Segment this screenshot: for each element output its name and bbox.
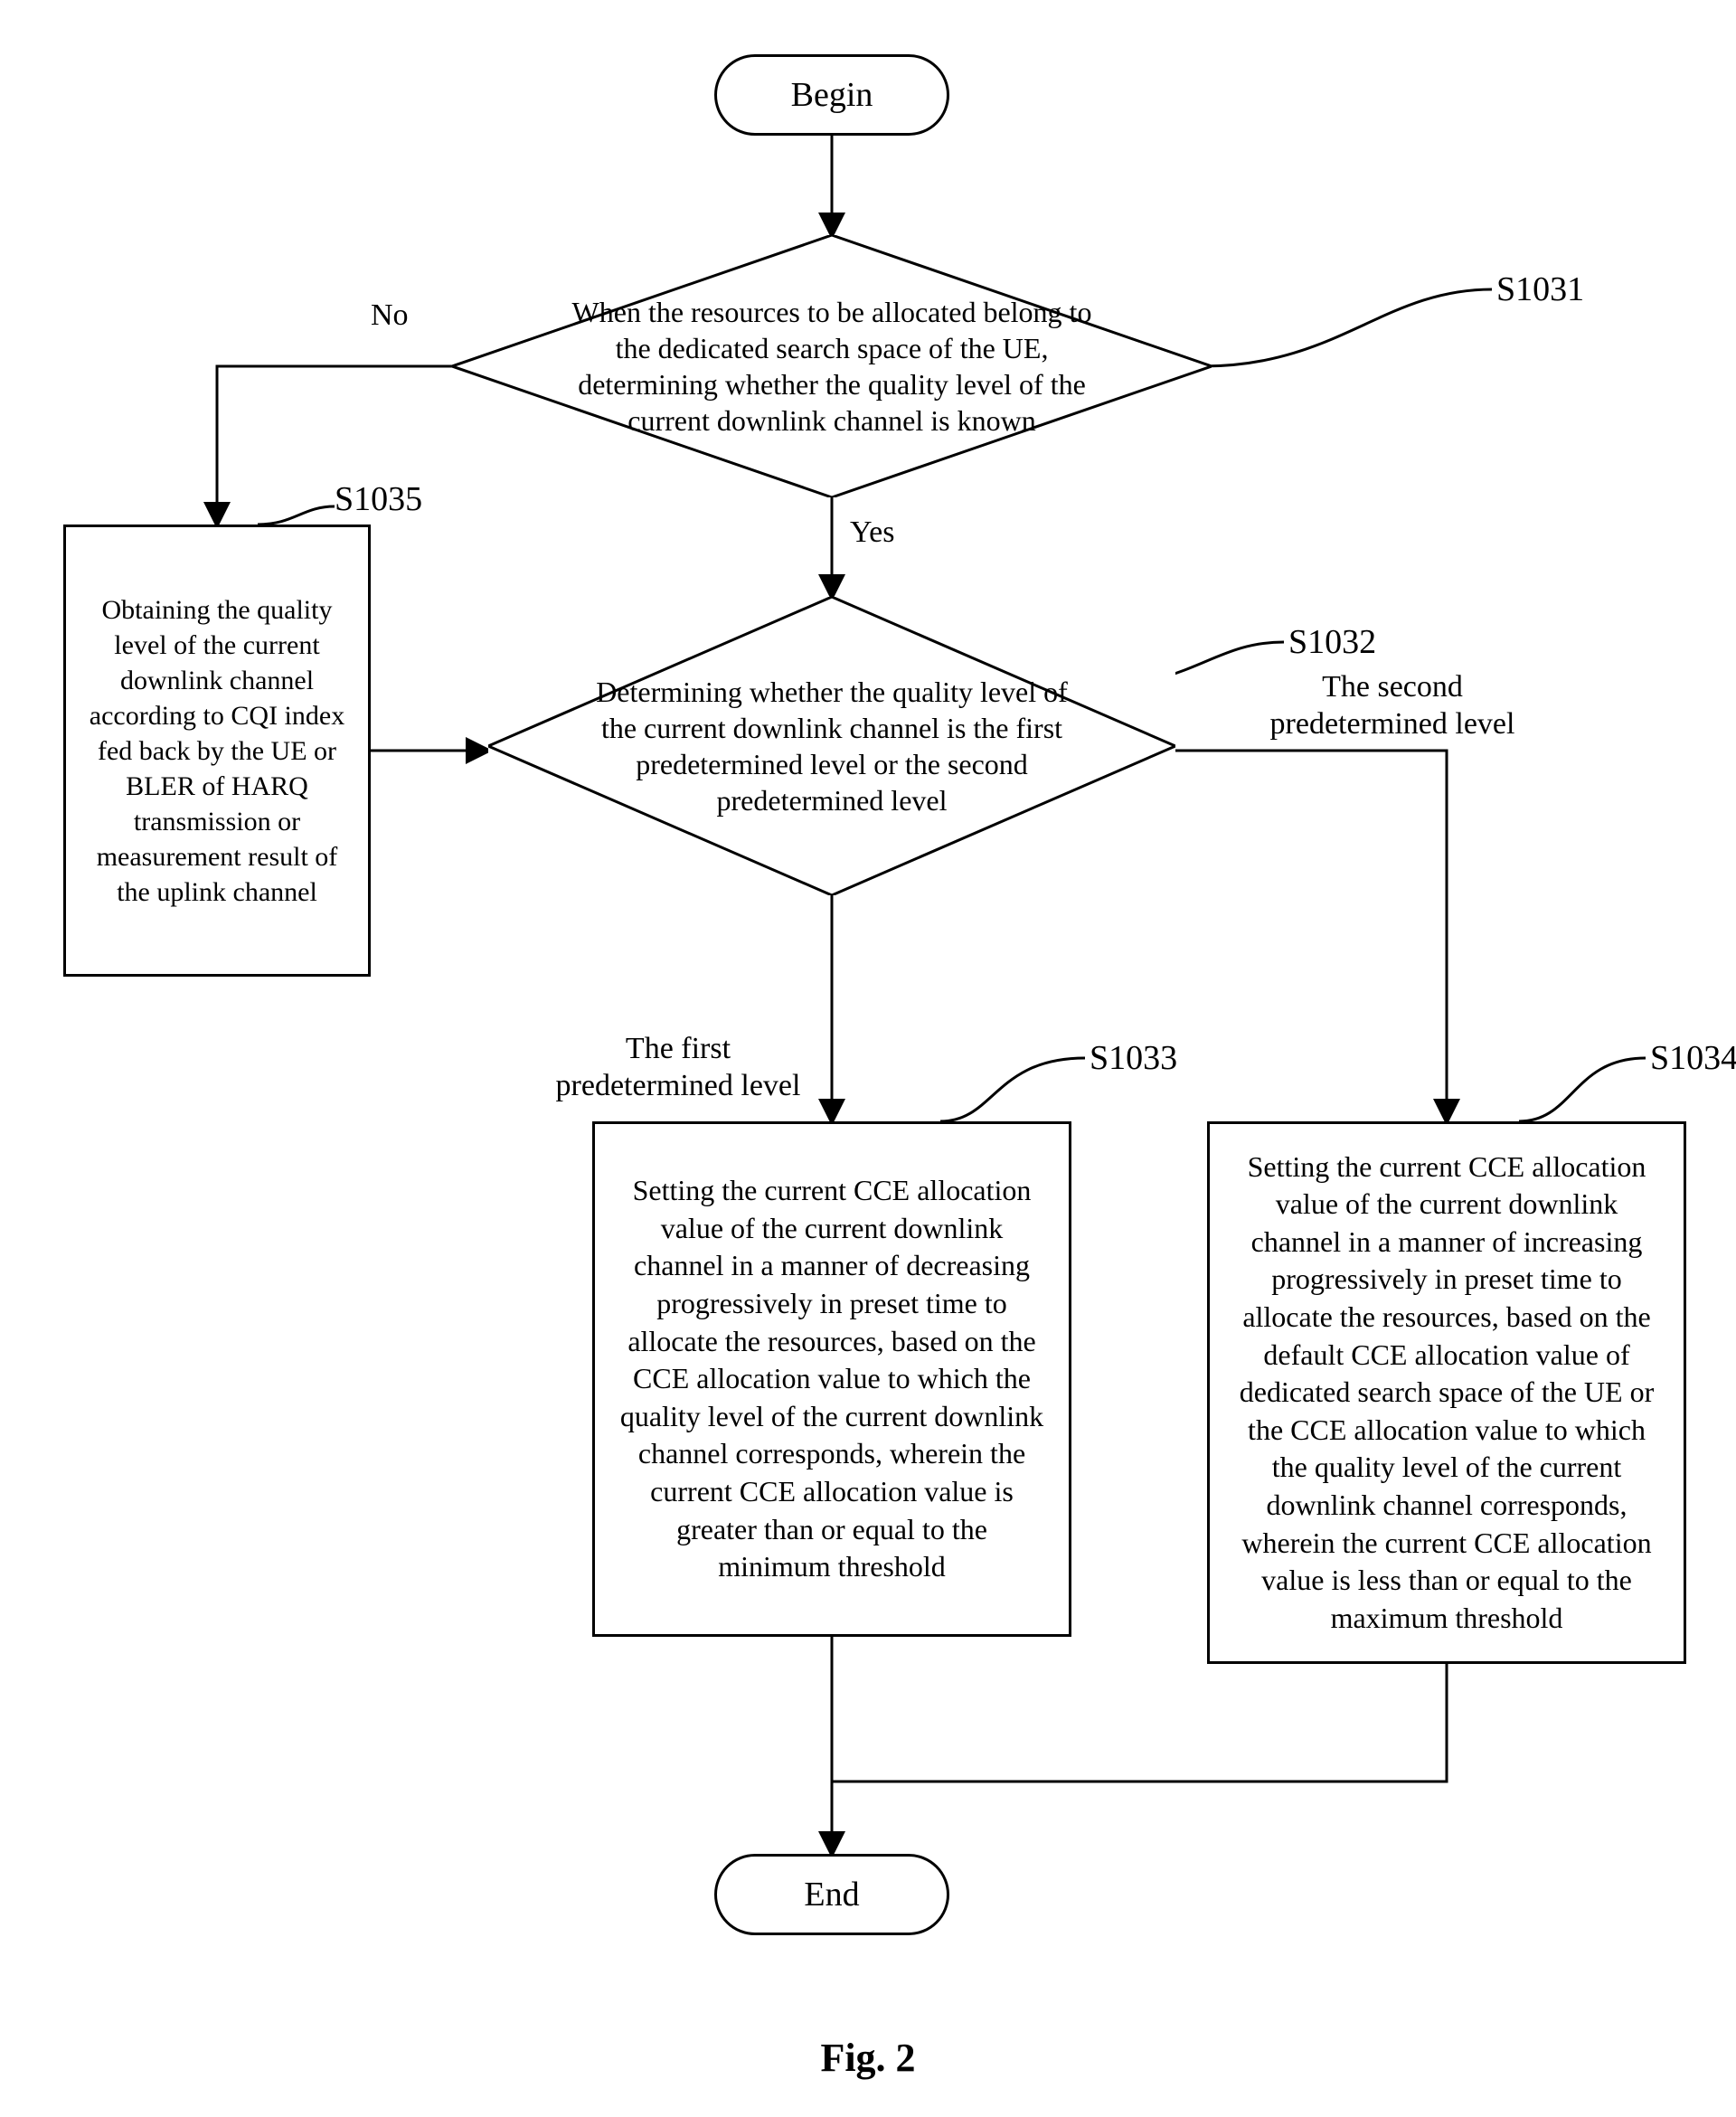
s1031-text: When the resources to be allocated belon… (452, 294, 1212, 439)
s1033-id: S1033 (1090, 1038, 1177, 1078)
s1031-no-label: No (371, 298, 409, 333)
s1035-text: Obtaining the quality level of the curre… (79, 592, 355, 910)
s1031-id: S1031 (1496, 269, 1584, 309)
process-s1034: Setting the current CCE allocation value… (1207, 1121, 1686, 1664)
figure-caption: Fig. 2 (36, 2035, 1700, 2081)
s1032-first-label: The first predetermined level (542, 1031, 814, 1105)
process-s1035: Obtaining the quality level of the curre… (63, 525, 371, 977)
end-label: End (804, 1875, 859, 1914)
s1034-text: Setting the current CCE allocation value… (1231, 1148, 1662, 1638)
decision-s1032: Determining whether the quality level of… (488, 597, 1175, 895)
s1033-text: Setting the current CCE allocation value… (617, 1172, 1047, 1586)
s1035-callout-hook (258, 502, 339, 538)
terminator-begin: Begin (714, 54, 949, 136)
s1032-second-label: The second predetermined level (1257, 669, 1528, 743)
terminator-end: End (714, 1854, 949, 1935)
s1035-id: S1035 (335, 479, 422, 519)
flowchart-canvas: Begin When the resources to be allocated… (36, 36, 1700, 2026)
process-s1033: Setting the current CCE allocation value… (592, 1121, 1071, 1637)
begin-label: Begin (791, 75, 873, 115)
s1031-yes-label: Yes (850, 515, 894, 550)
s1032-id: S1032 (1288, 622, 1376, 662)
s1034-id: S1034 (1650, 1038, 1736, 1078)
s1032-text: Determining whether the quality level of… (488, 674, 1175, 818)
decision-s1031: When the resources to be allocated belon… (452, 235, 1212, 497)
